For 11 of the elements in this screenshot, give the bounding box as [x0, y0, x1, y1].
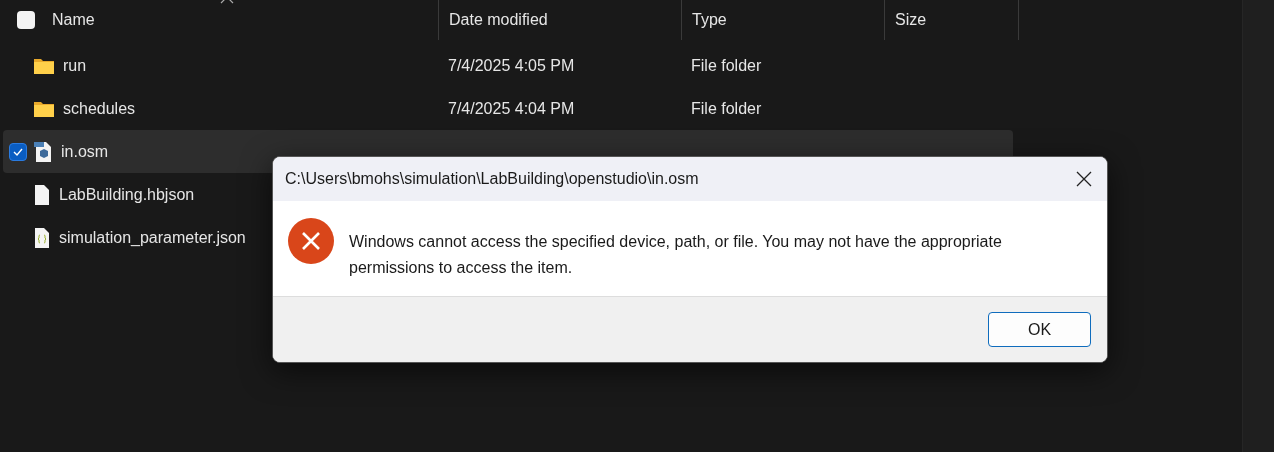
- error-message: Windows cannot access the specified device, path, or file. You may not have the appropriate permissions to access the item.: [349, 232, 1003, 278]
- file-name: run: [63, 56, 87, 75]
- file-name: schedules: [63, 99, 136, 118]
- file-name: in.osm: [61, 142, 109, 161]
- dialog-title: C:\Users\bmohs\simulation\LabBuilding\openstudio\in.osm: [285, 170, 699, 188]
- date-modified: 7/4/2025 4:05 PM: [448, 56, 575, 74]
- file-type: File folder: [691, 99, 762, 117]
- date-modified: 7/4/2025 4:04 PM: [448, 99, 575, 117]
- file-type: File folder: [691, 56, 762, 74]
- file-name: simulation_parameter.json: [59, 228, 246, 247]
- file-name: LabBuilding.hbjson: [59, 185, 195, 204]
